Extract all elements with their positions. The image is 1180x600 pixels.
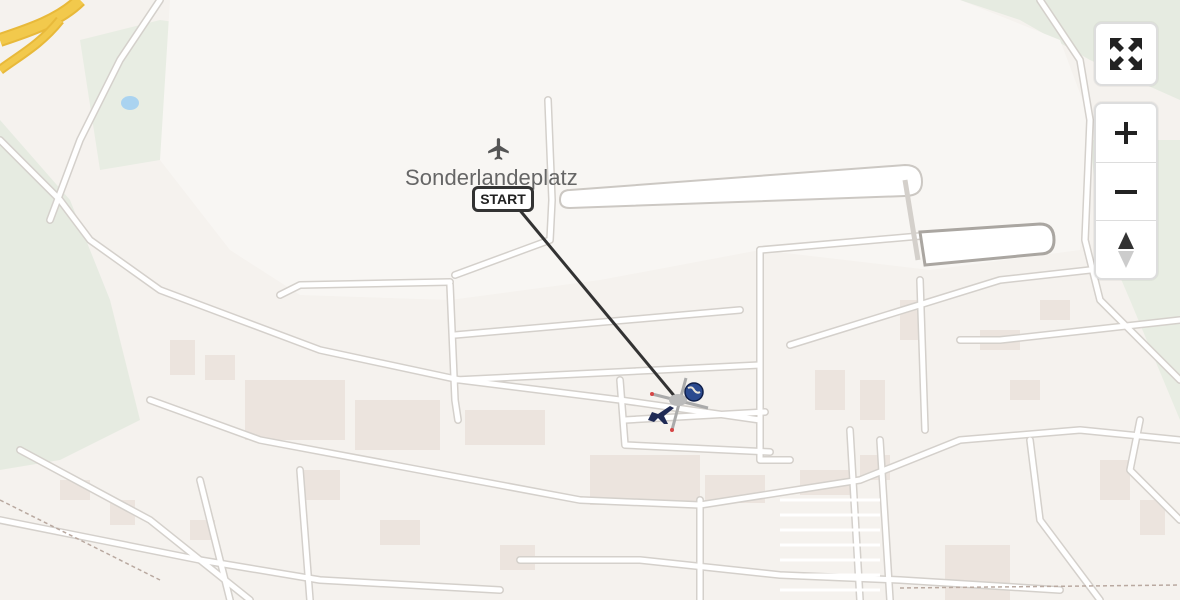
map-canvas[interactable]: Sonderlandeplatz Roth START (0, 0, 1180, 600)
map-base-layer (0, 0, 1180, 600)
buildings (60, 300, 1165, 600)
airplane-icon[interactable] (486, 136, 512, 162)
plane-icon[interactable] (648, 406, 674, 424)
start-marker[interactable]: START (472, 186, 534, 212)
compass-button[interactable] (1096, 220, 1156, 279)
expand-arrows-icon (1110, 38, 1142, 70)
globe-icon[interactable] (684, 382, 704, 402)
vehicle-markers[interactable] (642, 372, 722, 436)
motorway (0, 0, 85, 75)
minus-icon (1115, 190, 1137, 194)
parking-stripes (780, 498, 880, 592)
zoom-out-button[interactable] (1096, 162, 1156, 221)
plus-icon (1115, 122, 1137, 144)
runway-secondary (918, 222, 1056, 267)
zoom-control (1094, 102, 1158, 280)
fullscreen-control (1094, 22, 1158, 86)
fullscreen-button[interactable] (1096, 24, 1156, 84)
north-arrow-icon (1118, 232, 1134, 268)
zoom-in-button[interactable] (1096, 104, 1156, 162)
pond (121, 96, 139, 110)
